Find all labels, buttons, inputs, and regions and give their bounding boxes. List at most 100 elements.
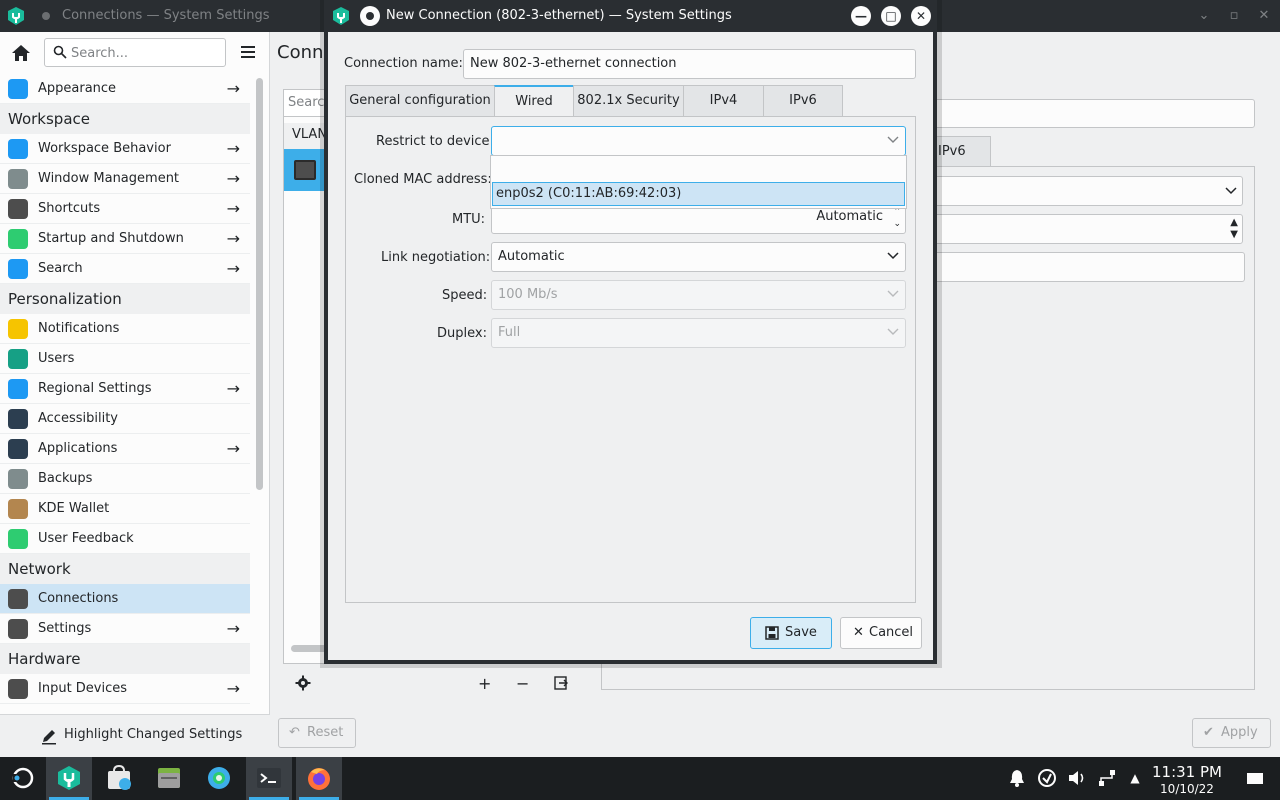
taskbar-launcher[interactable]	[0, 757, 46, 800]
sidebar-item-search[interactable]: Search →	[0, 254, 250, 284]
taskbar-system-settings[interactable]	[46, 757, 92, 800]
sidebar-item-input-devices[interactable]: Input Devices →	[0, 674, 250, 704]
sidebar-item-label: Users	[38, 351, 75, 366]
sidebar-item-kde-wallet[interactable]: KDE Wallet	[0, 494, 250, 524]
sidebar-item-appearance[interactable]: Appearance →	[0, 74, 250, 104]
sidebar-item-notifications[interactable]: Notifications	[0, 314, 250, 344]
link-negotiation-value: Automatic	[498, 249, 565, 264]
taskbar-settings[interactable]	[196, 757, 242, 800]
close-icon[interactable]: ✕	[911, 6, 931, 26]
minimize-icon[interactable]: —	[851, 6, 871, 26]
mouse-icon	[8, 679, 28, 699]
highlight-changed-settings-button[interactable]: Highlight Changed Settings	[64, 727, 242, 742]
save-button[interactable]: Save	[750, 617, 832, 649]
taskbar-firefox[interactable]	[296, 757, 342, 800]
mtu-spinbox[interactable]: ▲ ▼	[933, 214, 1243, 244]
volume-icon[interactable]	[1066, 767, 1088, 789]
taskbar-file-manager[interactable]	[146, 757, 192, 800]
sidebar-item-connections[interactable]: Connections	[0, 584, 250, 614]
dropdown-option-enp0s2[interactable]: enp0s2 (C0:11:AB:69:42:03)	[492, 182, 905, 206]
sidebar-item-users[interactable]: Users	[0, 344, 250, 374]
tab-ipv4[interactable]: IPv4	[683, 85, 764, 117]
cancel-label: Cancel	[869, 625, 914, 640]
maximize-icon[interactable]: ▫	[1226, 8, 1242, 24]
spin-arrows-icon[interactable]: ⌃ ⌄	[893, 206, 901, 230]
tab-ipv6[interactable]: IPv6	[763, 85, 843, 117]
restrict-device-label: Restrict to device:	[376, 134, 494, 149]
system-settings-icon[interactable]	[330, 5, 352, 27]
add-connection-icon[interactable]: +	[478, 674, 491, 693]
reset-button[interactable]: ↶ Reset	[278, 718, 357, 748]
connection-name-input[interactable]: New 802-3-ethernet connection	[463, 49, 916, 79]
sidebar-item-regional-settings[interactable]: Regional Settings →	[0, 374, 250, 404]
network-settings-icon	[8, 619, 28, 639]
close-icon[interactable]: ✕	[1256, 8, 1272, 24]
home-icon[interactable]	[9, 42, 33, 64]
sidebar-item-settings[interactable]: Settings →	[0, 614, 250, 644]
updates-icon[interactable]	[1036, 767, 1058, 789]
network-connections-icon	[8, 589, 28, 609]
duplex-combo: Full	[491, 318, 906, 348]
pin-icon[interactable]	[42, 12, 50, 20]
device-combo[interactable]	[933, 176, 1243, 206]
tab-general-configuration[interactable]: General configuration	[345, 85, 495, 117]
sidebar-search-input[interactable]	[71, 43, 221, 63]
notifications-bell-icon[interactable]	[1006, 767, 1028, 789]
sidebar-item-applications[interactable]: Applications →	[0, 434, 250, 464]
minimize-icon[interactable]: ⌄	[1196, 8, 1212, 24]
sidebar-item-backups[interactable]: Backups	[0, 464, 250, 494]
duplex-value: Full	[498, 325, 521, 340]
speed-combo: 100 Mb/s	[491, 280, 906, 310]
file-manager-icon	[158, 768, 180, 788]
chevron-down-icon	[887, 136, 899, 143]
network-wired-icon[interactable]	[1096, 767, 1118, 789]
system-settings-icon[interactable]	[5, 5, 27, 27]
spin-arrows-icon[interactable]: ▲ ▼	[1230, 217, 1238, 241]
sidebar-item-window-management[interactable]: Window Management →	[0, 164, 250, 194]
sidebar-toolbar	[0, 32, 270, 72]
ethernet-icon	[294, 160, 316, 180]
keep-above-icon[interactable]	[360, 6, 380, 26]
dropdown-option-empty[interactable]	[491, 156, 906, 182]
firefox-icon	[308, 768, 330, 790]
sidebar-item-user-feedback[interactable]: User Feedback	[0, 524, 250, 554]
sidebar-item-label: Shortcuts	[38, 201, 101, 216]
sidebar-item-label: KDE Wallet	[38, 501, 110, 516]
sidebar-search-field[interactable]	[44, 38, 226, 67]
save-label: Save	[785, 625, 817, 640]
sidebar-item-label: Regional Settings	[38, 381, 152, 396]
sidebar-item-accessibility[interactable]: Accessibility	[0, 404, 250, 434]
keyboard-icon	[8, 199, 28, 219]
plasma-launcher-icon	[12, 767, 34, 789]
text-field[interactable]	[933, 252, 1245, 282]
show-desktop-icon[interactable]	[1244, 767, 1266, 789]
search-icon	[53, 45, 67, 59]
connection-name-field[interactable]	[933, 99, 1255, 128]
sidebar-scrollbar[interactable]	[256, 78, 263, 490]
arrow-right-icon: →	[226, 679, 240, 698]
taskbar-discover[interactable]	[96, 757, 142, 800]
tab-wired[interactable]: Wired	[494, 85, 574, 117]
settings-gear-icon[interactable]	[295, 675, 311, 691]
hamburger-menu-icon[interactable]	[240, 44, 256, 60]
tab-8021x-security[interactable]: 802.1x Security	[573, 85, 684, 117]
background-window-title: Connections — System Settings	[62, 8, 270, 23]
sidebar-category: Workspace	[0, 104, 250, 134]
clock-time: 11:31 PM	[1152, 763, 1222, 781]
chevron-down-icon	[887, 328, 899, 335]
cancel-button[interactable]: ✕ Cancel	[840, 617, 922, 649]
undo-icon: ↶	[289, 725, 300, 740]
restrict-device-combo[interactable]	[491, 126, 906, 156]
remove-connection-icon[interactable]: −	[516, 674, 529, 693]
apply-button[interactable]: ✔ Apply	[1192, 718, 1271, 748]
export-connection-icon[interactable]	[554, 676, 568, 690]
sidebar-item-startup-and-shutdown[interactable]: Startup and Shutdown →	[0, 224, 250, 254]
maximize-icon[interactable]: □	[881, 6, 901, 26]
tray-expand-icon[interactable]: ▲	[1124, 767, 1146, 789]
clock[interactable]: 11:31 PM 10/10/22	[1147, 763, 1227, 797]
arrow-right-icon: →	[226, 379, 240, 398]
link-negotiation-combo[interactable]: Automatic	[491, 242, 906, 272]
taskbar-terminal[interactable]	[246, 757, 292, 800]
sidebar-item-shortcuts[interactable]: Shortcuts →	[0, 194, 250, 224]
sidebar-item-workspace-behavior[interactable]: Workspace Behavior →	[0, 134, 250, 164]
